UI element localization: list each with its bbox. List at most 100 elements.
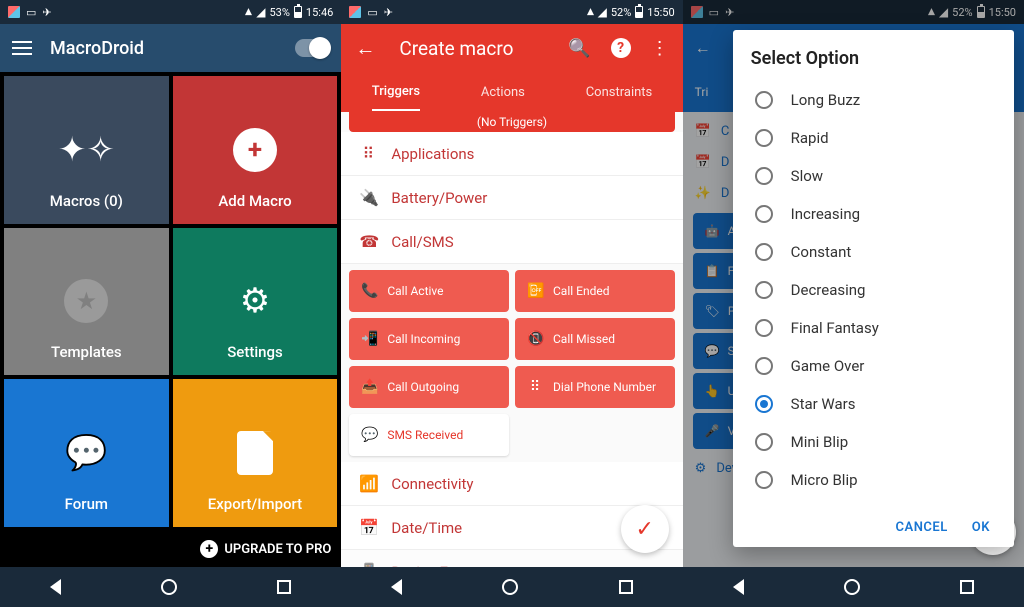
option-label: Rapid bbox=[791, 129, 829, 147]
grid-icon: ⠿ bbox=[359, 144, 377, 163]
chip-call-ended[interactable]: 📴Call Ended bbox=[515, 270, 675, 312]
dialpad-icon: ⠿ bbox=[527, 379, 543, 395]
phone-end-icon: 📴 bbox=[527, 283, 543, 299]
category-device-events[interactable]: 📱Device Events bbox=[341, 550, 682, 567]
tile-macros[interactable]: ✦✧ Macros (0) bbox=[4, 76, 169, 224]
radio-icon bbox=[755, 357, 773, 375]
app-notif-icon bbox=[349, 6, 361, 18]
master-toggle[interactable] bbox=[295, 39, 329, 57]
option-label: Increasing bbox=[791, 205, 860, 223]
wifi-cat-icon: 📶 bbox=[359, 474, 377, 493]
confirm-fab[interactable]: ✓ bbox=[621, 505, 669, 553]
option-slow[interactable]: Slow bbox=[751, 157, 996, 195]
photo-icon: ▭ bbox=[367, 6, 377, 19]
tile-label: Forum bbox=[65, 495, 108, 513]
option-label: Micro Blip bbox=[791, 471, 858, 489]
option-long-buzz[interactable]: Long Buzz bbox=[751, 81, 996, 119]
chip-call-active[interactable]: 📞Call Active bbox=[349, 270, 509, 312]
tile-settings[interactable]: ⚙ Settings bbox=[173, 228, 338, 376]
option-game-over[interactable]: Game Over bbox=[751, 347, 996, 385]
star-icon: ★ bbox=[64, 279, 108, 323]
option-label: Mini Blip bbox=[791, 433, 848, 451]
radio-icon bbox=[755, 319, 773, 337]
toolbar: MacroDroid bbox=[0, 24, 341, 72]
category-battery[interactable]: 🔌Battery/Power bbox=[341, 176, 682, 220]
help-icon[interactable]: ? bbox=[611, 38, 631, 58]
ok-button[interactable]: OK bbox=[972, 520, 990, 535]
overflow-icon[interactable]: ⋮ bbox=[651, 38, 669, 59]
nav-recent[interactable] bbox=[960, 580, 974, 594]
phone-active-icon: 📞 bbox=[361, 283, 377, 299]
chip-call-incoming[interactable]: 📲Call Incoming bbox=[349, 318, 509, 360]
nav-back[interactable] bbox=[391, 579, 402, 595]
nav-recent[interactable] bbox=[619, 580, 633, 594]
photo-icon: ▭ bbox=[26, 6, 36, 19]
clock: 15:50 bbox=[647, 6, 674, 19]
tile-add-macro[interactable]: + Add Macro bbox=[173, 76, 338, 224]
send-icon: ✈ bbox=[42, 6, 51, 19]
tab-bar: Triggers Actions Constraints bbox=[341, 72, 682, 112]
battery-icon bbox=[294, 6, 302, 18]
back-icon[interactable]: ← bbox=[355, 36, 375, 61]
chip-call-outgoing[interactable]: 📤Call Outgoing bbox=[349, 366, 509, 408]
option-constant[interactable]: Constant bbox=[751, 233, 996, 271]
wifi-icon bbox=[245, 6, 252, 19]
nav-home[interactable] bbox=[502, 579, 518, 595]
option-label: Constant bbox=[791, 243, 852, 261]
option-final-fantasy[interactable]: Final Fantasy bbox=[751, 309, 996, 347]
check-icon: ✓ bbox=[635, 517, 653, 542]
option-decreasing[interactable]: Decreasing bbox=[751, 271, 996, 309]
tile-label: Export/Import bbox=[208, 495, 302, 513]
chip-dial-number[interactable]: ⠿Dial Phone Number bbox=[515, 366, 675, 408]
option-label: Slow bbox=[791, 167, 823, 185]
radio-icon bbox=[755, 91, 773, 109]
option-micro-blip[interactable]: Micro Blip bbox=[751, 461, 996, 499]
android-navbar bbox=[0, 567, 341, 607]
sparkle-icon: ✦✧ bbox=[62, 126, 110, 174]
cancel-button[interactable]: CANCEL bbox=[896, 520, 948, 535]
upgrade-bar[interactable]: + UPGRADE TO PRO bbox=[0, 531, 341, 567]
option-mini-blip[interactable]: Mini Blip bbox=[751, 423, 996, 461]
nav-home[interactable] bbox=[161, 579, 177, 595]
category-applications[interactable]: ⠿Applications bbox=[341, 132, 682, 176]
nav-recent[interactable] bbox=[277, 580, 291, 594]
trigger-list: (No Triggers) ⠿Applications 🔌Battery/Pow… bbox=[341, 112, 682, 567]
sdcard-icon bbox=[237, 431, 273, 475]
nav-back[interactable] bbox=[733, 579, 744, 595]
tab-actions[interactable]: Actions bbox=[481, 85, 525, 100]
chip-sms-received[interactable]: 💬SMS Received bbox=[349, 414, 508, 456]
tile-grid: ✦✧ Macros (0) + Add Macro ★ Templates ⚙ … bbox=[0, 72, 341, 531]
tile-label: Add Macro bbox=[218, 192, 291, 210]
tab-constraints[interactable]: Constraints bbox=[586, 85, 653, 100]
upgrade-label: UPGRADE TO PRO bbox=[224, 542, 331, 557]
android-navbar bbox=[341, 567, 682, 607]
category-call-sms[interactable]: ☎Call/SMS bbox=[341, 220, 682, 264]
nav-home[interactable] bbox=[844, 579, 860, 595]
tile-forum[interactable]: 💬 Forum bbox=[4, 379, 169, 527]
app-title: MacroDroid bbox=[50, 38, 144, 59]
search-icon[interactable]: 🔍 bbox=[568, 38, 590, 59]
option-star-wars[interactable]: Star Wars bbox=[751, 385, 996, 423]
option-rapid[interactable]: Rapid bbox=[751, 119, 996, 157]
screen-title: Create macro bbox=[399, 37, 513, 60]
tab-triggers[interactable]: Triggers bbox=[372, 84, 420, 111]
category-connectivity[interactable]: 📶Connectivity bbox=[341, 462, 682, 506]
option-increasing[interactable]: Increasing bbox=[751, 195, 996, 233]
phone-out-icon: 📤 bbox=[361, 379, 377, 395]
tile-templates[interactable]: ★ Templates bbox=[4, 228, 169, 376]
tile-export-import[interactable]: Export/Import bbox=[173, 379, 338, 527]
chip-call-missed[interactable]: 📵Call Missed bbox=[515, 318, 675, 360]
phone-in-icon: 📲 bbox=[361, 331, 377, 347]
create-macro-screen: ▭ ✈ 52% 15:50 ← Create macro 🔍 ? ⋮ Trigg… bbox=[341, 0, 682, 607]
nav-back[interactable] bbox=[50, 579, 61, 595]
battery-percent: 53% bbox=[270, 6, 290, 19]
plug-icon: 🔌 bbox=[359, 188, 377, 207]
menu-icon[interactable] bbox=[12, 41, 32, 55]
device-icon: 📱 bbox=[359, 562, 377, 567]
radio-icon bbox=[755, 395, 773, 413]
send-icon: ✈ bbox=[384, 6, 393, 19]
signal-icon bbox=[598, 5, 607, 19]
battery-icon bbox=[635, 6, 643, 18]
no-triggers-strip: (No Triggers) bbox=[349, 112, 674, 132]
radio-icon bbox=[755, 129, 773, 147]
